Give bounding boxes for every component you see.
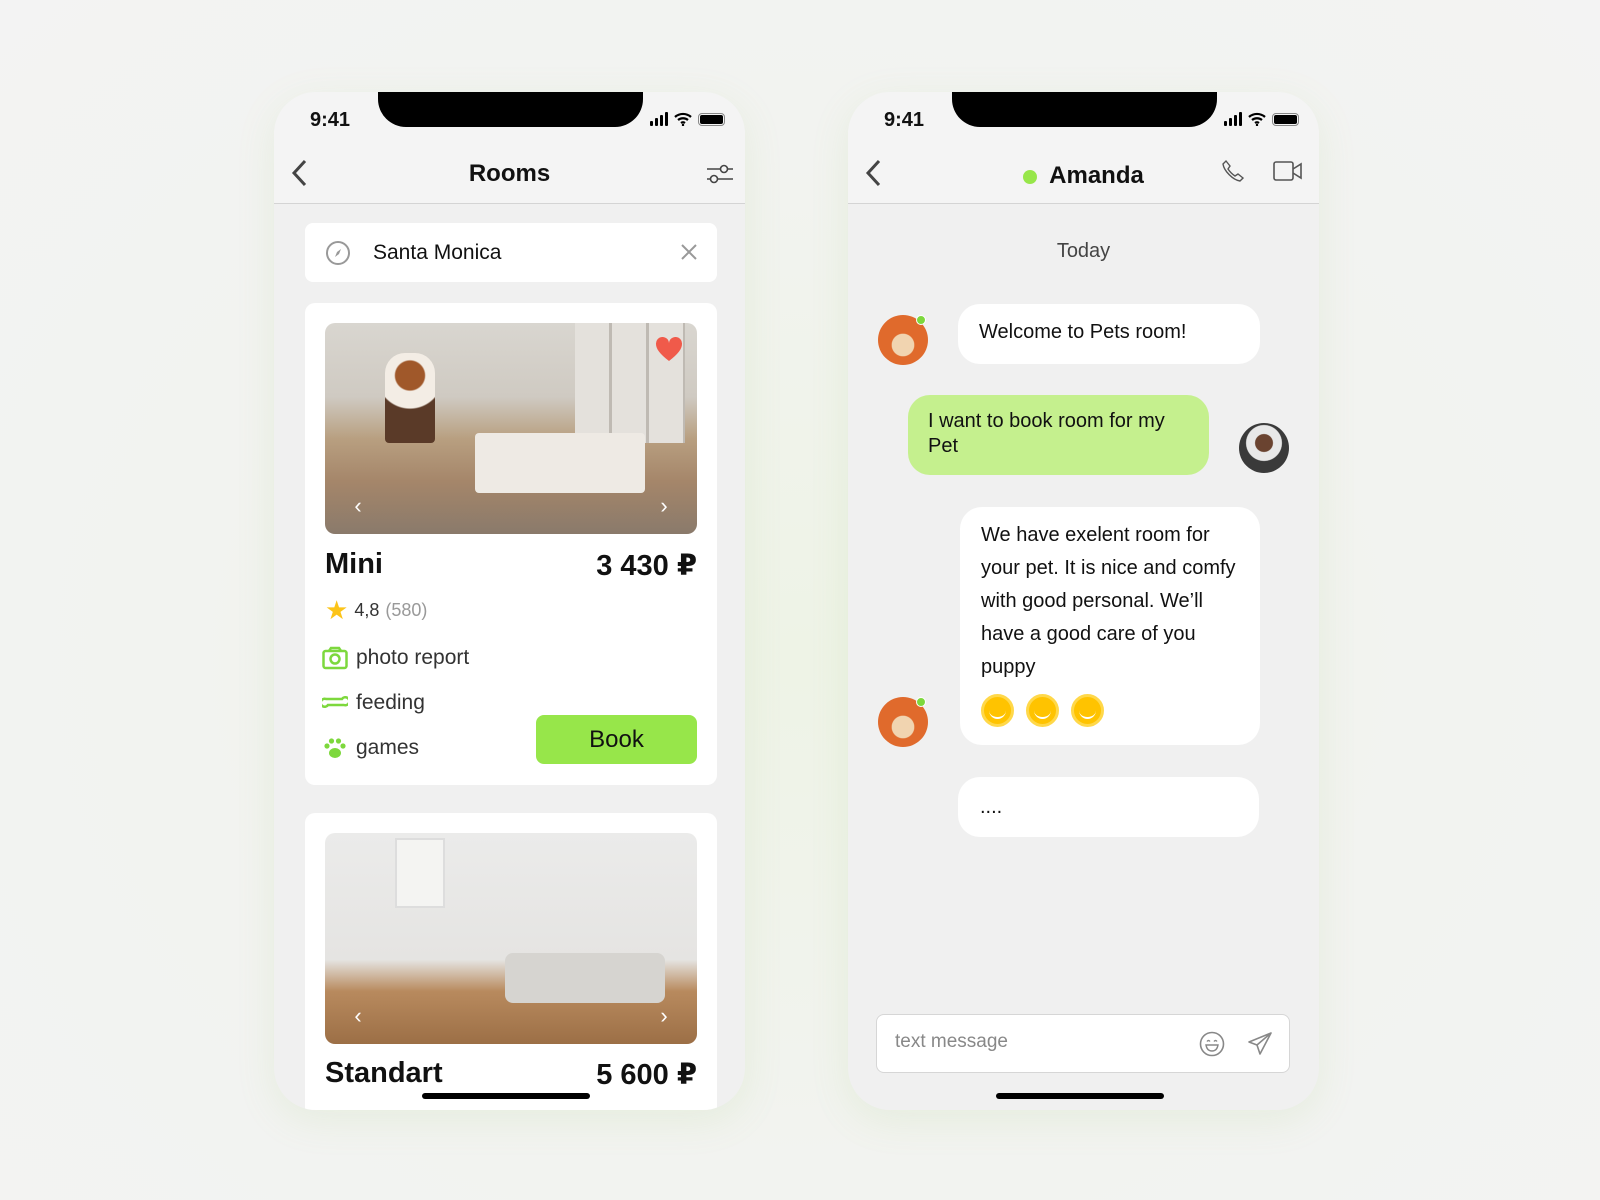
room-card[interactable]: ‹ › Mini 3 430 ₽ ★ 4,8 (580) photo repor… bbox=[305, 303, 717, 785]
clear-icon[interactable] bbox=[681, 244, 697, 260]
send-icon[interactable] bbox=[1247, 1031, 1273, 1057]
battery-icon bbox=[698, 112, 725, 126]
feature-label: feeding bbox=[356, 691, 425, 714]
video-call-icon[interactable] bbox=[1273, 160, 1303, 182]
room-card[interactable]: ‹ › Standart 5 600 ₽ bbox=[305, 813, 717, 1110]
feature-photo-report: photo report bbox=[322, 646, 469, 670]
home-indicator bbox=[996, 1093, 1164, 1099]
message-input-box[interactable] bbox=[876, 1014, 1290, 1073]
message-incoming: We have exelent room for your pet. It is… bbox=[960, 507, 1260, 745]
header: Amanda bbox=[848, 142, 1319, 204]
date-separator: Today bbox=[1056, 240, 1111, 262]
paw-icon bbox=[324, 738, 346, 758]
pet-avatar[interactable] bbox=[878, 697, 928, 747]
user-avatar[interactable] bbox=[1239, 423, 1289, 473]
feature-games: games bbox=[322, 736, 419, 760]
battery-icon bbox=[1272, 112, 1299, 126]
feature-feeding: feeding bbox=[322, 691, 425, 715]
online-dot bbox=[916, 697, 926, 707]
notch bbox=[952, 92, 1217, 127]
notch bbox=[378, 92, 643, 127]
filter-icon[interactable] bbox=[705, 162, 733, 186]
room-name: Mini bbox=[325, 548, 383, 580]
favorite-heart-icon[interactable] bbox=[655, 337, 683, 362]
status-icons bbox=[1224, 112, 1299, 126]
home-indicator bbox=[422, 1093, 590, 1099]
message-text: We have exelent room for your pet. It is… bbox=[981, 524, 1236, 678]
feature-label: photo report bbox=[356, 646, 470, 669]
star-icon: ★ bbox=[325, 595, 349, 625]
next-photo-icon[interactable]: › bbox=[649, 1001, 679, 1031]
room-photo: ‹ › bbox=[325, 323, 697, 534]
header: Rooms bbox=[274, 142, 745, 204]
signal-icon bbox=[1224, 112, 1242, 126]
compass-icon bbox=[326, 241, 350, 265]
message-outgoing: I want to book room for my Pet bbox=[908, 395, 1209, 475]
rating-value: 4,8 bbox=[354, 600, 380, 620]
message-input[interactable] bbox=[895, 1031, 1175, 1053]
wifi-icon bbox=[1248, 112, 1266, 126]
book-button[interactable]: Book bbox=[536, 715, 697, 764]
pet-avatar[interactable] bbox=[878, 315, 928, 365]
bone-icon bbox=[322, 696, 348, 708]
online-indicator bbox=[1023, 169, 1038, 184]
location-search[interactable]: Santa Monica bbox=[305, 223, 717, 282]
smile-emoji-icon bbox=[1026, 694, 1059, 728]
smile-emoji-icon bbox=[981, 694, 1014, 728]
prev-photo-icon[interactable]: ‹ bbox=[343, 1001, 373, 1031]
online-dot bbox=[916, 315, 926, 325]
search-value[interactable]: Santa Monica bbox=[373, 241, 501, 265]
room-photo: ‹ › bbox=[325, 833, 697, 1044]
smile-emoji-icon bbox=[1071, 694, 1104, 728]
emoji-icon[interactable] bbox=[1199, 1031, 1225, 1057]
status-time: 9:41 bbox=[310, 109, 351, 131]
message-incoming: Welcome to Pets room! bbox=[958, 304, 1260, 364]
chat-screen: 9:41 Amanda Today Welcome to Pets room! … bbox=[848, 92, 1319, 1110]
room-name: Standart bbox=[325, 1057, 443, 1089]
next-photo-icon[interactable]: › bbox=[649, 491, 679, 521]
contact-header: Amanda bbox=[848, 162, 1319, 190]
camera-icon bbox=[322, 646, 348, 670]
signal-icon bbox=[650, 112, 668, 126]
review-count: (580) bbox=[385, 600, 428, 620]
message-typing: .... bbox=[958, 777, 1259, 837]
feature-label: games bbox=[356, 736, 420, 759]
status-time: 9:41 bbox=[884, 109, 925, 131]
room-price: 5 600 ₽ bbox=[596, 1059, 697, 1091]
prev-photo-icon[interactable]: ‹ bbox=[343, 491, 373, 521]
room-rating: ★ 4,8 (580) bbox=[325, 595, 427, 626]
phone-call-icon[interactable] bbox=[1221, 159, 1245, 183]
contact-name: Amanda bbox=[1049, 162, 1144, 189]
wifi-icon bbox=[674, 112, 692, 126]
emoji-row bbox=[981, 694, 1239, 728]
rooms-screen: 9:41 Rooms Santa Monica ‹ › Mini 3 430 ₽… bbox=[274, 92, 745, 1110]
status-icons bbox=[650, 112, 725, 126]
page-title: Rooms bbox=[468, 160, 551, 187]
room-price: 3 430 ₽ bbox=[596, 550, 697, 582]
